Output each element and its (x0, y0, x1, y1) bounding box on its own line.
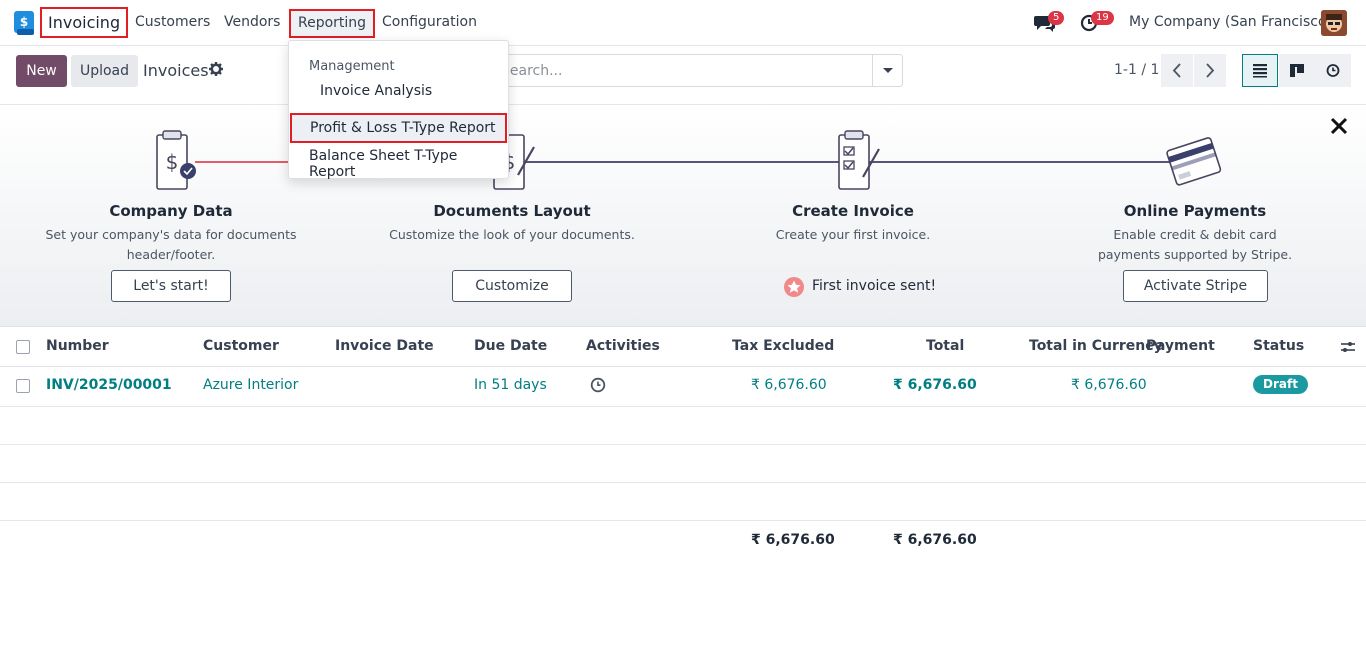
onboarding-panel: $ Company Data Set your company's data f… (0, 104, 1366, 327)
step-description: Enable credit & debit card payments supp… (1097, 227, 1293, 262)
user-avatar[interactable] (1321, 10, 1347, 36)
kanban-icon (1290, 64, 1304, 77)
sum-tax-excluded: ₹ 6,676.60 (751, 532, 835, 548)
app-name[interactable]: Invoicing (40, 7, 129, 38)
customize-button[interactable]: Customize (452, 270, 572, 302)
column-invoice-date[interactable]: Invoice Date (335, 338, 434, 354)
menu-configuration[interactable]: Configuration (382, 14, 477, 30)
select-all-checkbox[interactable] (16, 340, 30, 354)
step-description: Create your first invoice. (775, 227, 931, 242)
empty-row (0, 483, 1366, 521)
step-description: Customize the look of your documents. (389, 227, 635, 242)
pager-previous-button[interactable] (1161, 54, 1193, 87)
column-customer[interactable]: Customer (203, 338, 279, 354)
svg-text:$: $ (20, 15, 28, 29)
total-in-currency-value: ₹ 6,676.60 (1071, 377, 1147, 393)
menu-item-invoice-analysis[interactable]: Invoice Analysis (320, 83, 432, 99)
first-invoice-sent-label: First invoice sent! (812, 278, 937, 294)
search-options-toggle[interactable] (872, 55, 902, 86)
checklist-icon (838, 130, 880, 190)
activity-clock-icon[interactable] (590, 377, 606, 393)
search-input[interactable]: Search... (490, 54, 903, 87)
top-navbar: $ Invoicing Customers Vendors Reporting … (0, 0, 1366, 46)
lets-start-button[interactable]: Let's start! (111, 270, 231, 302)
column-status[interactable]: Status (1253, 338, 1304, 354)
step-title: Online Payments (1123, 202, 1267, 220)
column-payment[interactable]: Payment (1146, 338, 1215, 354)
due-date: In 51 days (474, 377, 547, 393)
total-value: ₹ 6,676.60 (893, 377, 977, 393)
step-title: Company Data (109, 202, 233, 220)
tax-excluded-value: ₹ 6,676.60 (751, 377, 827, 393)
chat-badge: 5 (1048, 11, 1065, 25)
row-checkbox[interactable] (16, 379, 30, 393)
upload-button[interactable]: Upload (71, 55, 138, 87)
dropdown-section-management: Management (309, 59, 395, 74)
search-placeholder: Search... (501, 63, 563, 79)
column-activities[interactable]: Activities (586, 338, 660, 354)
invoicing-app-icon[interactable]: $ (14, 11, 36, 35)
column-due-date[interactable]: Due Date (474, 338, 547, 354)
table-row[interactable]: INV/2025/00001 Azure Interior In 51 days… (0, 367, 1366, 407)
activity-badge: 19 (1091, 11, 1114, 25)
menu-item-balance-sheet-report[interactable]: Balance Sheet T-Type Report (309, 148, 508, 180)
column-tax-excluded[interactable]: Tax Excluded (732, 338, 834, 354)
clock-icon (1326, 64, 1340, 77)
chevron-left-icon (1172, 63, 1181, 78)
empty-row (0, 445, 1366, 483)
gear-icon[interactable] (209, 62, 223, 76)
list-view-button[interactable] (1242, 54, 1278, 87)
company-switcher[interactable]: My Company (San Francisco) (1129, 14, 1332, 30)
menu-reporting[interactable]: Reporting (289, 9, 376, 38)
caret-down-icon (883, 68, 893, 73)
sum-total: ₹ 6,676.60 (893, 532, 977, 548)
activate-stripe-button[interactable]: Activate Stripe (1123, 270, 1268, 302)
invoice-number[interactable]: INV/2025/00001 (46, 377, 172, 393)
column-number[interactable]: Number (46, 338, 109, 354)
pager-next-button[interactable] (1194, 54, 1226, 87)
reporting-dropdown: Management Invoice Analysis Profit & Los… (288, 40, 509, 180)
star-icon (784, 277, 804, 297)
step-description: Set your company's data for documents he… (45, 227, 297, 262)
document-dollar-icon: $ (156, 130, 196, 190)
step-title: Create Invoice (792, 202, 914, 220)
list-icon (1253, 64, 1267, 78)
new-button[interactable]: New (16, 55, 67, 87)
optional-columns-icon[interactable] (1340, 339, 1356, 355)
credit-card-icon (1166, 137, 1222, 186)
empty-row (0, 407, 1366, 445)
pager-value[interactable]: 1-1 / 1 (1114, 62, 1159, 78)
activity-view-button[interactable] (1315, 54, 1351, 87)
menu-vendors[interactable]: Vendors (224, 14, 280, 30)
customer-name[interactable]: Azure Interior (203, 377, 298, 393)
column-total-in-currency[interactable]: Total in Currency (1029, 338, 1163, 354)
menu-customers[interactable]: Customers (135, 14, 210, 30)
table-header: Number Customer Invoice Date Due Date Ac… (0, 327, 1366, 367)
kanban-view-button[interactable] (1279, 54, 1315, 87)
close-icon[interactable] (1329, 116, 1349, 136)
column-total[interactable]: Total (926, 338, 964, 354)
status-badge: Draft (1253, 375, 1308, 394)
chevron-right-icon (1206, 63, 1215, 78)
page-title: Invoices (143, 61, 209, 80)
svg-text:$: $ (166, 150, 179, 174)
step-title: Documents Layout (433, 202, 591, 220)
menu-item-profit-loss-report[interactable]: Profit & Loss T-Type Report (290, 113, 507, 143)
